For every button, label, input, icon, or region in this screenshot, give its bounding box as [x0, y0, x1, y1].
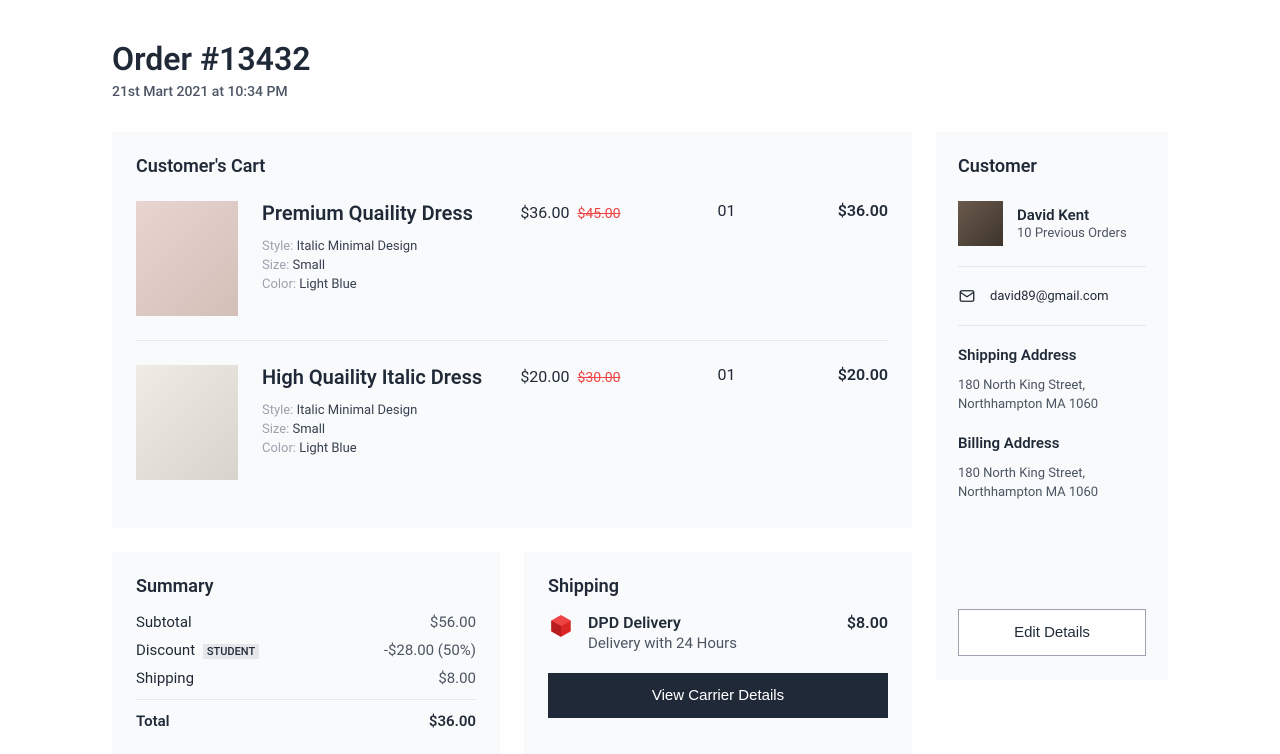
page-title: Order #13432: [112, 40, 1168, 78]
product-image: [136, 201, 238, 316]
discount-value: -$28.00 (50%): [384, 641, 476, 659]
customer-title: Customer: [958, 156, 1146, 177]
carrier-name: DPD Delivery: [588, 613, 833, 633]
billing-addr: 180 North King Street, Northhampton MA 1…: [958, 464, 1146, 502]
meta-style-value: Italic Minimal Design: [297, 403, 418, 418]
product-name: High Quaility Italic Dress: [262, 365, 500, 389]
order-timestamp: 21st Mart 2021 at 10:34 PM: [112, 84, 1168, 100]
product-price: $20.00: [520, 367, 569, 386]
carrier-desc: Delivery with 24 Hours: [588, 633, 833, 653]
cart-panel: Customer's Cart Premium Quaility Dress $…: [112, 132, 912, 528]
discount-badge: STUDENT: [203, 644, 259, 659]
product-qty: 01: [689, 201, 763, 220]
shipping-value: $8.00: [438, 669, 476, 687]
cart-item: Premium Quaility Dress $36.00 $45.00 01 …: [136, 201, 888, 340]
meta-style-value: Italic Minimal Design: [297, 239, 418, 254]
mail-icon: [958, 287, 976, 305]
meta-style-label: Style:: [262, 239, 297, 254]
shipping-label: Shipping: [136, 669, 194, 687]
summary-panel: Summary Subtotal $56.00 Discount STUDENT…: [112, 552, 500, 754]
subtotal-value: $56.00: [430, 613, 476, 631]
shipping-panel: Shipping DPD Delivery Delivery with 24 H…: [524, 552, 912, 754]
customer-panel: Customer David Kent 10 Previous Orders d…: [936, 132, 1168, 680]
customer-orders: 10 Previous Orders: [1017, 225, 1127, 243]
product-price: $36.00: [520, 203, 569, 222]
product-price-group: $36.00 $45.00: [520, 201, 669, 226]
meta-color-label: Color:: [262, 277, 299, 292]
box-icon: [548, 613, 574, 639]
meta-size-value: Small: [293, 422, 326, 437]
customer-name: David Kent: [1017, 205, 1127, 225]
product-total: $36.00: [784, 201, 888, 220]
cart-title: Customer's Cart: [136, 156, 888, 177]
meta-size-label: Size:: [262, 422, 293, 437]
shipping-title: Shipping: [548, 576, 888, 597]
product-image: [136, 365, 238, 480]
summary-title: Summary: [136, 576, 476, 597]
meta-style-label: Style:: [262, 403, 297, 418]
total-value: $36.00: [429, 712, 476, 730]
total-label: Total: [136, 712, 170, 730]
edit-details-button[interactable]: Edit Details: [958, 609, 1146, 656]
avatar: [958, 201, 1003, 246]
product-price-original: $45.00: [577, 206, 620, 222]
shipping-price: $8.00: [847, 613, 888, 632]
product-total: $20.00: [784, 365, 888, 384]
shipping-addr-title: Shipping Address: [958, 346, 1146, 364]
product-price-group: $20.00 $30.00: [520, 365, 669, 390]
discount-label: Discount STUDENT: [136, 641, 259, 659]
subtotal-label: Subtotal: [136, 613, 192, 631]
cart-item: High Quaility Italic Dress $20.00 $30.00…: [136, 340, 888, 504]
meta-size-value: Small: [293, 258, 326, 273]
product-price-original: $30.00: [577, 370, 620, 386]
billing-addr-title: Billing Address: [958, 434, 1146, 452]
shipping-addr: 180 North King Street, Northhampton MA 1…: [958, 376, 1146, 414]
meta-color-label: Color:: [262, 441, 299, 456]
product-name: Premium Quaility Dress: [262, 201, 500, 225]
view-carrier-button[interactable]: View Carrier Details: [548, 673, 888, 718]
meta-color-value: Light Blue: [299, 441, 356, 456]
customer-email: david89@gmail.com: [990, 289, 1109, 304]
product-qty: 01: [689, 365, 763, 384]
meta-color-value: Light Blue: [299, 277, 356, 292]
meta-size-label: Size:: [262, 258, 293, 273]
